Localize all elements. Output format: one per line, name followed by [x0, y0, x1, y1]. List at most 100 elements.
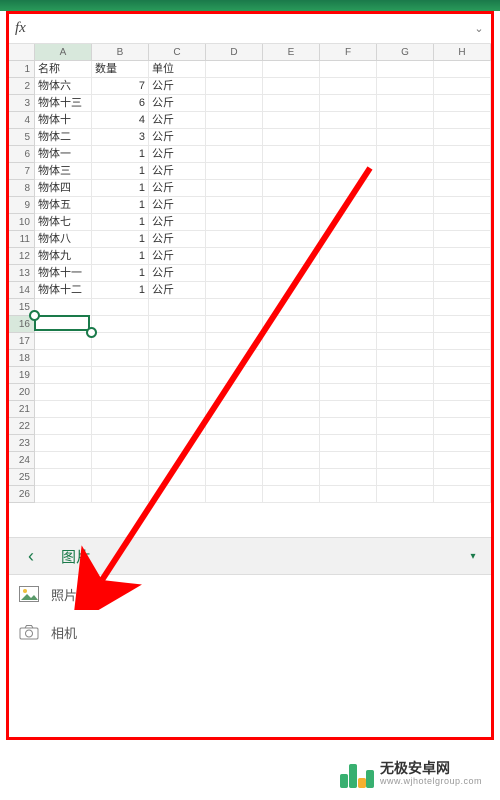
cell[interactable] [206, 112, 263, 129]
cell[interactable] [206, 469, 263, 486]
cell[interactable] [92, 452, 149, 469]
cell[interactable] [434, 452, 491, 469]
cell[interactable] [320, 146, 377, 163]
cell[interactable] [206, 418, 263, 435]
cell[interactable] [377, 197, 434, 214]
cell[interactable]: 公斤 [149, 95, 206, 112]
cell[interactable]: 1 [92, 282, 149, 299]
cell[interactable]: 1 [92, 163, 149, 180]
cell[interactable] [434, 146, 491, 163]
cell[interactable] [320, 78, 377, 95]
cell[interactable]: 公斤 [149, 214, 206, 231]
cell[interactable]: 物体十一 [35, 265, 92, 282]
cell[interactable] [320, 231, 377, 248]
cell[interactable] [263, 163, 320, 180]
cell[interactable] [263, 418, 320, 435]
cell[interactable] [320, 180, 377, 197]
cell[interactable] [377, 469, 434, 486]
cell[interactable]: 4 [92, 112, 149, 129]
cell[interactable]: 6 [92, 95, 149, 112]
cell[interactable] [206, 265, 263, 282]
cell[interactable]: 物体七 [35, 214, 92, 231]
cell[interactable]: 公斤 [149, 112, 206, 129]
cell[interactable] [206, 333, 263, 350]
cell[interactable] [206, 95, 263, 112]
cell[interactable] [320, 265, 377, 282]
cell[interactable] [320, 367, 377, 384]
cell[interactable] [434, 112, 491, 129]
cell[interactable] [92, 333, 149, 350]
cell[interactable] [377, 282, 434, 299]
cell[interactable]: 物体三 [35, 163, 92, 180]
row-header[interactable]: 23 [9, 435, 35, 452]
cell[interactable] [377, 486, 434, 503]
row-header[interactable]: 20 [9, 384, 35, 401]
cell[interactable]: 1 [92, 180, 149, 197]
row-header[interactable]: 5 [9, 129, 35, 146]
row-header[interactable]: 17 [9, 333, 35, 350]
cell[interactable] [434, 129, 491, 146]
cell[interactable] [35, 299, 92, 316]
cell[interactable] [377, 214, 434, 231]
cell[interactable] [434, 316, 491, 333]
cell[interactable] [377, 112, 434, 129]
cell[interactable]: 公斤 [149, 231, 206, 248]
cell[interactable] [92, 486, 149, 503]
cell[interactable] [263, 333, 320, 350]
cell[interactable] [377, 316, 434, 333]
cell[interactable] [35, 452, 92, 469]
cell[interactable] [149, 333, 206, 350]
cell[interactable] [377, 61, 434, 78]
cell[interactable] [320, 214, 377, 231]
cell[interactable] [35, 418, 92, 435]
row-header[interactable]: 26 [9, 486, 35, 503]
cell[interactable] [263, 146, 320, 163]
cell[interactable] [149, 384, 206, 401]
cell[interactable] [206, 129, 263, 146]
row-header[interactable]: 15 [9, 299, 35, 316]
cell[interactable] [206, 435, 263, 452]
row-header[interactable]: 24 [9, 452, 35, 469]
cell[interactable] [377, 146, 434, 163]
cell[interactable] [206, 350, 263, 367]
cell[interactable] [206, 78, 263, 95]
cell[interactable] [149, 316, 206, 333]
cell[interactable] [92, 469, 149, 486]
cell[interactable] [320, 435, 377, 452]
cell[interactable]: 公斤 [149, 146, 206, 163]
cell[interactable] [206, 214, 263, 231]
row-header[interactable]: 25 [9, 469, 35, 486]
cell[interactable]: 物体十三 [35, 95, 92, 112]
cell[interactable] [377, 418, 434, 435]
cell[interactable] [263, 180, 320, 197]
select-all-corner[interactable] [9, 44, 35, 61]
row-header[interactable]: 9 [9, 197, 35, 214]
cell[interactable] [206, 316, 263, 333]
cell[interactable] [149, 486, 206, 503]
cell[interactable]: 物体十二 [35, 282, 92, 299]
cell[interactable] [92, 384, 149, 401]
cell[interactable]: 公斤 [149, 282, 206, 299]
cell[interactable] [206, 197, 263, 214]
cell[interactable]: 物体一 [35, 146, 92, 163]
cell[interactable] [377, 299, 434, 316]
cell[interactable] [35, 401, 92, 418]
cell[interactable] [206, 384, 263, 401]
cell[interactable] [434, 231, 491, 248]
cell[interactable] [206, 163, 263, 180]
col-header[interactable]: B [92, 44, 149, 61]
cell[interactable] [206, 367, 263, 384]
cell[interactable] [320, 418, 377, 435]
cell[interactable]: 1 [92, 248, 149, 265]
cell[interactable] [434, 418, 491, 435]
cell[interactable]: 公斤 [149, 163, 206, 180]
col-header[interactable]: E [263, 44, 320, 61]
cell[interactable]: 物体十 [35, 112, 92, 129]
cell[interactable] [434, 180, 491, 197]
row-header[interactable]: 4 [9, 112, 35, 129]
cell[interactable] [434, 282, 491, 299]
cell[interactable] [149, 452, 206, 469]
cell[interactable]: 单位 [149, 61, 206, 78]
cell[interactable] [377, 384, 434, 401]
cell[interactable] [377, 78, 434, 95]
